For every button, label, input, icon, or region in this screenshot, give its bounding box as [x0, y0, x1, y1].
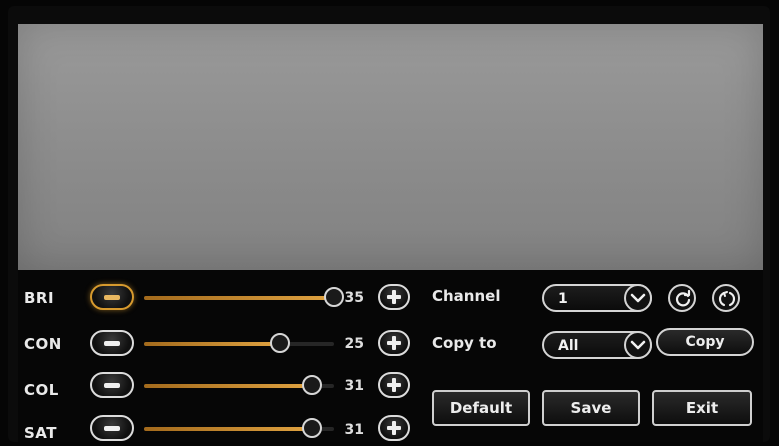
reset-button[interactable]: [712, 284, 740, 312]
channel-value: 1: [558, 291, 568, 307]
slider-fill: [144, 296, 334, 300]
brightness-label: BRI: [24, 289, 55, 307]
channel-select[interactable]: 1: [542, 284, 652, 312]
color-slider[interactable]: [144, 375, 334, 395]
brightness-decrease-button[interactable]: [90, 284, 134, 310]
exit-button[interactable]: Exit: [652, 390, 752, 426]
color-increase-button[interactable]: [378, 372, 410, 398]
copy-to-select[interactable]: All: [542, 331, 652, 359]
refresh-button[interactable]: [668, 284, 696, 312]
contrast-slider[interactable]: [144, 333, 334, 353]
brightness-slider[interactable]: [144, 287, 344, 307]
chevron-down-icon[interactable]: [624, 284, 652, 312]
channel-label: Channel: [432, 287, 501, 305]
saturation-decrease-button[interactable]: [90, 415, 134, 441]
saturation-value: 31: [344, 422, 364, 438]
copy-to-value: All: [558, 338, 579, 354]
slider-fill: [144, 342, 280, 346]
chevron-down-icon[interactable]: [624, 331, 652, 359]
saturation-slider[interactable]: [144, 418, 334, 438]
minus-icon: [104, 382, 120, 388]
slider-thumb[interactable]: [269, 333, 290, 353]
slider-fill: [144, 427, 313, 431]
contrast-value: 25: [344, 336, 364, 352]
copy-button[interactable]: Copy: [656, 328, 754, 356]
minus-icon: [104, 294, 120, 300]
color-value: 31: [344, 378, 364, 394]
contrast-label: CON: [24, 335, 62, 353]
reset-icon: [718, 291, 736, 307]
slider-fill: [144, 384, 313, 388]
copy-to-label: Copy to: [432, 334, 497, 352]
minus-icon: [104, 340, 120, 346]
contrast-decrease-button[interactable]: [90, 330, 134, 356]
video-preview: [18, 24, 763, 270]
saturation-increase-button[interactable]: [378, 415, 410, 441]
default-button[interactable]: Default: [432, 390, 530, 426]
color-label: COL: [24, 381, 59, 399]
saturation-label: SAT: [24, 424, 57, 442]
minus-icon: [104, 425, 120, 431]
brightness-increase-button[interactable]: [378, 284, 410, 310]
color-decrease-button[interactable]: [90, 372, 134, 398]
brightness-value: 35: [344, 290, 364, 306]
refresh-icon: [675, 289, 691, 307]
contrast-increase-button[interactable]: [378, 330, 410, 356]
save-button[interactable]: Save: [542, 390, 640, 426]
